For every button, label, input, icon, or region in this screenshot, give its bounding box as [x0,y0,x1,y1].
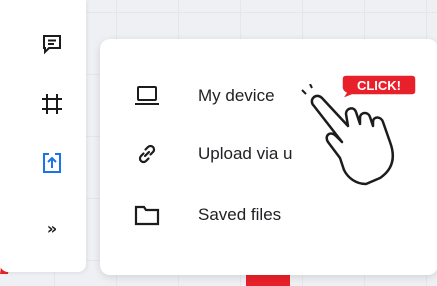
comment-tool-button[interactable] [36,28,68,60]
more-icon: » [46,218,58,238]
side-toolbar: » [0,0,86,272]
upload-icon [43,153,61,173]
pointing-hand-icon [300,84,394,186]
menu-item-label: Upload via u [198,144,293,163]
click-badge-icon: CLICK! [341,74,417,99]
comment-icon [43,35,61,55]
upload-tool-button[interactable] [36,147,68,179]
link-icon [134,141,160,167]
menu-item-saved-files[interactable]: Saved files [134,198,424,232]
folder-icon [134,202,160,228]
laptop-icon [134,83,160,109]
more-tools-button[interactable]: » [36,212,68,244]
menu-item-label: My device [198,86,275,105]
menu-item-label: Saved files [198,205,282,224]
crop-icon [42,94,62,114]
crop-tool-button[interactable] [36,88,68,120]
click-badge-text: CLICK! [357,78,401,93]
